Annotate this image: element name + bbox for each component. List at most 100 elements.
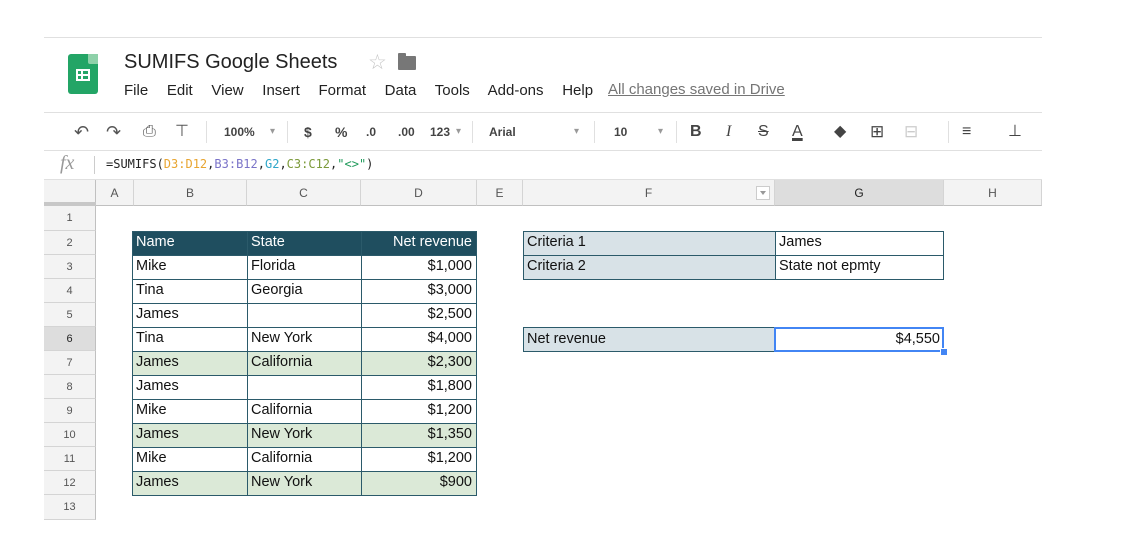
table-header-state[interactable]: State — [247, 231, 361, 255]
table-cell[interactable]: Mike — [132, 399, 247, 423]
table-cell[interactable]: $1,200 — [361, 399, 476, 423]
print-icon[interactable]: ⎙ — [143, 113, 156, 151]
menu-file[interactable]: File — [124, 82, 148, 99]
row-header[interactable]: 6 — [44, 327, 96, 351]
table-cell[interactable]: $2,500 — [361, 303, 476, 327]
align-icon[interactable]: ≡ — [962, 113, 971, 151]
row-header[interactable]: 12 — [44, 471, 96, 495]
formula-range-b: B3:B12 — [214, 157, 258, 171]
menu-format[interactable]: Format — [318, 82, 366, 99]
table-cell[interactable]: $1,200 — [361, 447, 476, 471]
table-cell[interactable]: James — [132, 423, 247, 447]
criteria-2-label[interactable]: Criteria 2 — [523, 255, 775, 279]
row-header[interactable]: 11 — [44, 447, 96, 471]
currency-button[interactable]: $ — [304, 113, 312, 151]
column-header-f[interactable]: F — [523, 180, 775, 206]
column-header-e[interactable]: E — [477, 180, 523, 206]
table-cell[interactable]: $1,800 — [361, 375, 476, 399]
borders-icon[interactable]: ⊞ — [870, 113, 884, 151]
decrease-decimal-button[interactable]: .0 — [366, 113, 376, 151]
table-cell[interactable]: $1,350 — [361, 423, 476, 447]
number-format-select[interactable]: 123 — [430, 113, 450, 151]
table-cell[interactable]: James — [132, 375, 247, 399]
select-all-corner[interactable] — [44, 180, 96, 206]
table-cell[interactable]: Georgia — [247, 279, 361, 303]
table-cell[interactable]: James — [132, 351, 247, 375]
table-cell[interactable] — [247, 375, 361, 399]
row-header[interactable]: 10 — [44, 423, 96, 447]
table-cell[interactable]: Mike — [132, 255, 247, 279]
menu-addons[interactable]: Add-ons — [488, 82, 544, 99]
table-cell[interactable]: $900 — [361, 471, 476, 495]
table-cell[interactable]: California — [247, 351, 361, 375]
table-cell[interactable]: New York — [247, 423, 361, 447]
star-icon[interactable]: ☆ — [368, 50, 387, 75]
table-cell[interactable]: Mike — [132, 447, 247, 471]
criteria-1-value[interactable]: James — [775, 231, 944, 255]
table-cell[interactable]: New York — [247, 327, 361, 351]
table-cell[interactable]: James — [132, 303, 247, 327]
menu-edit[interactable]: Edit — [167, 82, 193, 99]
row-header[interactable]: 8 — [44, 375, 96, 399]
column-header-d[interactable]: D — [361, 180, 477, 206]
row-header[interactable]: 5 — [44, 303, 96, 327]
undo-icon[interactable]: ↶ — [74, 113, 89, 151]
folder-icon[interactable] — [398, 53, 416, 70]
column-header-g[interactable]: G — [775, 180, 944, 206]
menu-help[interactable]: Help — [562, 82, 593, 99]
table-gridline — [132, 351, 477, 352]
row-header[interactable]: 2 — [44, 231, 96, 255]
result-label[interactable]: Net revenue — [523, 328, 775, 352]
document-title[interactable]: SUMIFS Google Sheets — [124, 51, 337, 74]
bold-button[interactable]: B — [690, 113, 702, 151]
italic-button[interactable]: I — [726, 113, 731, 151]
column-header-b[interactable]: B — [134, 180, 247, 206]
zoom-select[interactable]: 100% — [224, 113, 255, 151]
increase-decimal-button[interactable]: .00 — [398, 113, 415, 151]
menu-insert[interactable]: Insert — [262, 82, 300, 99]
table-cell[interactable]: James — [132, 471, 247, 495]
redo-icon[interactable]: ↷ — [106, 113, 121, 151]
row-header[interactable]: 13 — [44, 495, 96, 520]
criteria-1-label[interactable]: Criteria 1 — [523, 231, 775, 255]
filter-dropdown-icon[interactable] — [756, 186, 770, 200]
criteria-2-value[interactable]: State not epmty — [775, 255, 944, 279]
formula-input[interactable]: =SUMIFS(D3:D12,B3:B12,G2,C3:C12,"<>") — [106, 157, 373, 171]
menu-data[interactable]: Data — [385, 82, 417, 99]
table-cell[interactable]: Tina — [132, 279, 247, 303]
font-size-select[interactable]: 10 — [614, 113, 627, 151]
strikethrough-button[interactable]: S — [758, 113, 769, 151]
vertical-align-icon[interactable]: ⊥ — [1008, 113, 1022, 151]
table-cell[interactable]: Tina — [132, 327, 247, 351]
column-header-a[interactable]: A — [96, 180, 134, 206]
table-header-name[interactable]: Name — [132, 231, 247, 255]
table-cell[interactable]: California — [247, 447, 361, 471]
column-header-h[interactable]: H — [944, 180, 1042, 206]
table-cell[interactable]: $2,300 — [361, 351, 476, 375]
column-header-c[interactable]: C — [247, 180, 361, 206]
table-cell[interactable]: $3,000 — [361, 279, 476, 303]
font-select[interactable]: Arial — [489, 113, 516, 151]
row-header[interactable]: 7 — [44, 351, 96, 375]
menu-tools[interactable]: Tools — [435, 82, 470, 99]
table-cell[interactable]: $4,000 — [361, 327, 476, 351]
row-header[interactable]: 9 — [44, 399, 96, 423]
fill-handle[interactable] — [940, 348, 948, 356]
table-cell[interactable]: New York — [247, 471, 361, 495]
row-header[interactable]: 3 — [44, 255, 96, 279]
menu-view[interactable]: View — [211, 82, 243, 99]
fill-color-icon[interactable]: ◆ — [834, 113, 846, 151]
text-color-button[interactable]: A — [792, 113, 803, 151]
save-status-link[interactable]: All changes saved in Drive — [608, 81, 785, 98]
row-header[interactable]: 1 — [44, 206, 96, 231]
paint-format-icon[interactable]: ⊤ — [175, 113, 189, 151]
table-cell[interactable]: California — [247, 399, 361, 423]
sheets-logo-icon[interactable] — [68, 54, 98, 94]
table-cell[interactable] — [247, 303, 361, 327]
table-cell[interactable]: Florida — [247, 255, 361, 279]
row-header[interactable]: 4 — [44, 279, 96, 303]
percent-button[interactable]: % — [335, 113, 347, 151]
merge-cells-icon[interactable]: ⊟ — [904, 113, 918, 151]
table-header-net-revenue[interactable]: Net revenue — [361, 231, 476, 255]
table-cell[interactable]: $1,000 — [361, 255, 476, 279]
